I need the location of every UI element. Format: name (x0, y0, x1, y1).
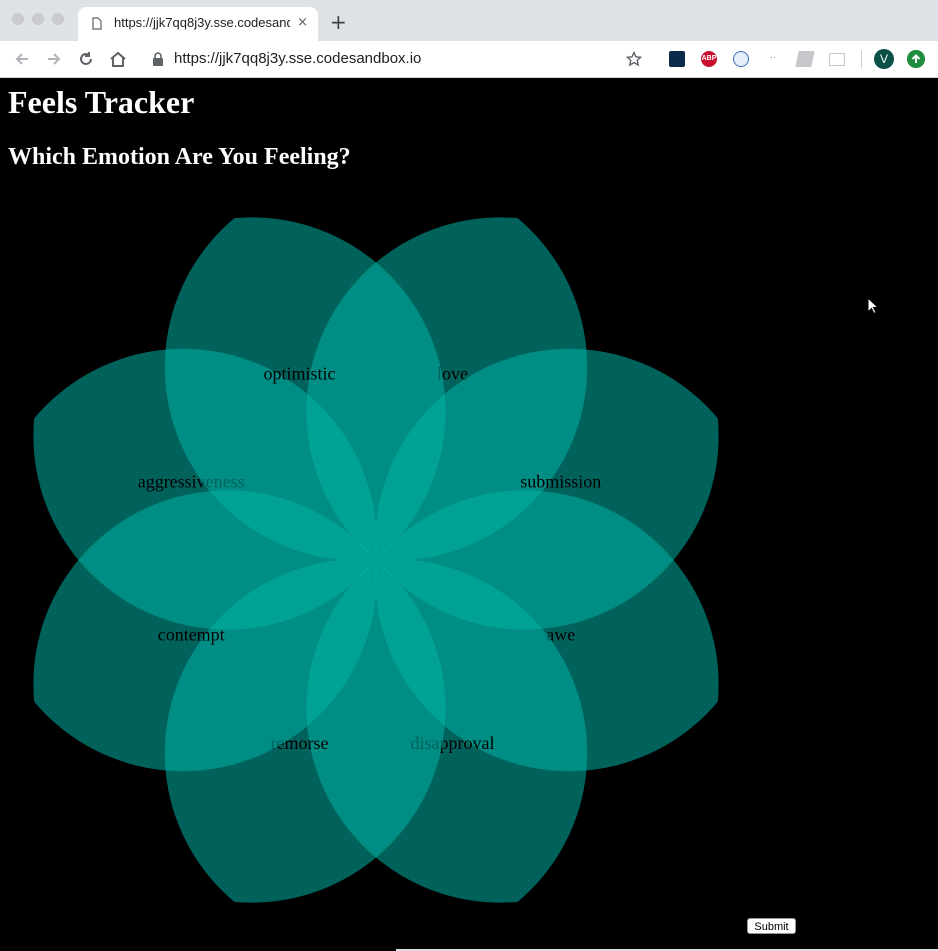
petal-label: optimistic (264, 363, 336, 383)
home-icon[interactable] (108, 49, 128, 69)
submit-button[interactable]: Submit (747, 918, 796, 934)
new-tab-button[interactable]: + (330, 12, 347, 32)
bookmark-star-icon[interactable] (626, 51, 642, 67)
book-extension-icon[interactable] (795, 51, 815, 67)
update-arrow-icon[interactable] (907, 50, 925, 68)
address-bar[interactable]: https://jjk7qq8j3y.sse.codesandbox.io (174, 50, 421, 67)
browser-tab[interactable]: https://jjk7qq8j3y.sse.codesandbox.io × (78, 7, 318, 41)
dots-extension-icon[interactable]: ·· (765, 51, 781, 67)
page-icon (92, 17, 102, 30)
forward-arrow-icon[interactable] (44, 49, 64, 69)
browser-tab-bar: https://jjk7qq8j3y.sse.codesandbox.io × … (0, 0, 938, 41)
emotion-flower: lovesubmissionawedisapprovalremorseconte… (33, 217, 719, 903)
profile-avatar[interactable]: V (874, 49, 894, 69)
mouse-cursor-icon (867, 297, 879, 315)
page-subtitle: Which Emotion Are You Feeling? (8, 144, 351, 170)
back-arrow-icon[interactable] (12, 49, 32, 69)
window-close-control[interactable] (12, 13, 24, 25)
tab-title: https://jjk7qq8j3y.sse.codesandbox.io (114, 15, 290, 30)
browser-toolbar: https://jjk7qq8j3y.sse.codesandbox.io AB… (0, 41, 938, 78)
window-minimize-control[interactable] (32, 13, 44, 25)
toolbar-divider (861, 50, 862, 68)
reload-icon[interactable] (76, 49, 96, 69)
window-zoom-control[interactable] (52, 13, 64, 25)
phone-extension-icon[interactable] (733, 51, 749, 67)
page-content: love submission awe disapproval remorse conte… (0, 78, 938, 951)
close-tab-icon[interactable]: × (297, 15, 308, 31)
petal-label: submission (520, 472, 601, 492)
moon-extension-icon[interactable] (669, 51, 685, 67)
lock-icon (153, 52, 163, 66)
page-title: Feels Tracker (8, 84, 195, 120)
cast-icon[interactable] (829, 53, 845, 66)
adblock-plus-icon[interactable]: ABP (701, 51, 717, 67)
